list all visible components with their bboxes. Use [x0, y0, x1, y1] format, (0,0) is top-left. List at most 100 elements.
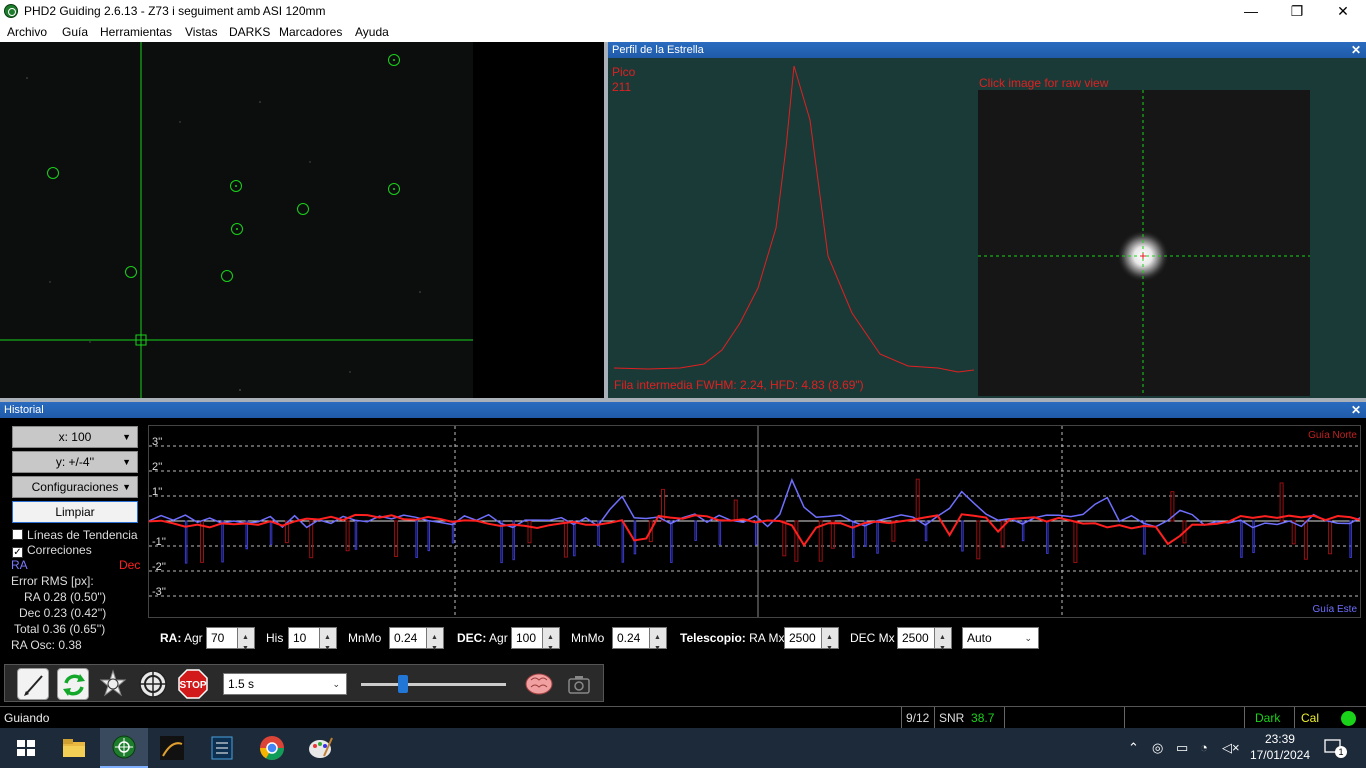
status-bar: Guiando 9/12 SNR 38.7 Dark Cal: [0, 706, 1366, 729]
brain-button[interactable]: [523, 668, 555, 700]
ra-label: RA:: [160, 631, 182, 645]
minimize-button[interactable]: —: [1228, 0, 1274, 22]
sequence-app-icon[interactable]: [208, 734, 236, 762]
tray-network-icon[interactable]: ◔: [1200, 740, 1208, 755]
spin-arrows-icon[interactable]: [426, 627, 444, 659]
chrome-icon[interactable]: [258, 734, 286, 762]
spin-arrows-icon[interactable]: [319, 627, 337, 659]
stop-sign-icon: STOP: [178, 669, 208, 699]
paint-icon[interactable]: [306, 734, 334, 762]
spin-arrows-icon[interactable]: [237, 627, 255, 659]
phd2-taskbar-icon[interactable]: [100, 728, 148, 768]
dec-correction-bar: [563, 520, 568, 558]
checkbox-unchecked-icon: [12, 529, 23, 540]
camera-image[interactable]: [0, 42, 473, 398]
menu-herramientas[interactable]: Herramientas: [100, 25, 172, 39]
dark-indicator: Dark: [1244, 707, 1294, 729]
windows-taskbar: ⌃ ◎ ▭ ◔ ◁× 23:39 17/01/2024 1: [0, 728, 1366, 768]
menu-marcadores[interactable]: Marcadores: [279, 25, 342, 39]
stop-text: STOP: [179, 680, 206, 691]
notification-center-icon[interactable]: 1: [1324, 738, 1347, 758]
spin-arrows-icon[interactable]: [542, 627, 560, 659]
star-profile-panel: Perfil de la Estrella ✕ Pico 211 Click i…: [608, 42, 1366, 398]
windows-start-icon[interactable]: [12, 734, 40, 762]
frame-counter: 9/12: [901, 707, 933, 729]
menu-archivo[interactable]: Archivo: [7, 25, 47, 39]
loop-button[interactable]: [57, 668, 89, 700]
y-scale-dropdown[interactable]: y: +/-4'' ▼: [12, 451, 138, 473]
spin-arrows-icon[interactable]: [934, 627, 952, 659]
dec-correction-bar: [394, 520, 399, 557]
star-raw-view[interactable]: [978, 90, 1310, 396]
tray-volume-icon[interactable]: ◁×: [1222, 740, 1240, 756]
clock-time: 23:39: [1264, 732, 1295, 746]
dec-mode-select[interactable]: Auto ⌄: [962, 627, 1039, 649]
tray-battery-icon[interactable]: ▭: [1176, 740, 1188, 756]
y-scale-label: y: +/-4'': [55, 455, 95, 469]
dec-aggression-input[interactable]: 100: [511, 627, 560, 659]
dec-mnmo-label: MnMo: [571, 631, 605, 645]
clear-button[interactable]: Limpiar: [12, 501, 138, 523]
auto-select-star-button[interactable]: [97, 668, 129, 700]
profile-close-icon[interactable]: ✕: [1349, 42, 1363, 58]
file-explorer-icon[interactable]: [60, 734, 88, 762]
menu-guia[interactable]: Guía: [62, 25, 88, 39]
dec-minmove-input[interactable]: 0.24: [612, 627, 667, 659]
tray-chevron-up-icon[interactable]: ⌃: [1128, 740, 1139, 756]
gamma-slider[interactable]: [361, 683, 506, 686]
ra-correction-bar: [670, 520, 673, 563]
status-cell-empty2: [1124, 707, 1244, 729]
dec-correction-bar: [1291, 520, 1296, 545]
gamma-slider-thumb[interactable]: [398, 675, 408, 693]
rms-dec: Dec 0.23 (0.42''): [19, 606, 107, 620]
menu-ayuda[interactable]: Ayuda: [355, 25, 389, 39]
tray-meet-icon[interactable]: ◎: [1152, 740, 1163, 756]
settings-dropdown[interactable]: Configuraciones ▼: [12, 476, 138, 498]
ra-correction-bar: [755, 520, 758, 546]
profile-curve: [613, 65, 975, 373]
chevron-down-icon: ⌄: [1024, 633, 1032, 643]
trend-lines-checkbox[interactable]: Líneas de Tendencia: [12, 528, 138, 542]
ra-correction-bar: [1349, 520, 1352, 558]
exposure-select[interactable]: 1.5 s ⌄: [223, 673, 347, 695]
ra-history-input[interactable]: 10: [288, 627, 337, 659]
x-scale-dropdown[interactable]: x: 100 ▼: [12, 426, 138, 448]
corrections-checkbox[interactable]: ✓ Correciones: [12, 543, 92, 558]
maximize-button[interactable]: ❐: [1274, 0, 1320, 22]
guide-east-label: Guía Este: [1313, 604, 1358, 615]
rms-ra: RA 0.28 (0.50''): [24, 590, 106, 604]
spin-arrows-icon[interactable]: [649, 627, 667, 659]
history-close-icon[interactable]: ✕: [1349, 402, 1363, 418]
rms-total: Total 0.36 (0.65''): [14, 622, 106, 636]
ra-agr-label: Agr: [184, 631, 203, 645]
camera-settings-button[interactable]: [563, 668, 595, 700]
ra-max-duration-input[interactable]: 2500: [784, 627, 839, 659]
dec-mnmo-value: 0.24: [617, 631, 641, 645]
guide-graph[interactable]: 3'' 2'' 1'' -1'' -2'' -3'' Guía Norte Gu…: [148, 425, 1361, 618]
stop-button[interactable]: STOP: [177, 668, 209, 700]
dec-label: DEC:: [457, 631, 487, 645]
menu-vistas[interactable]: Vistas: [185, 25, 217, 39]
settings-label: Configuraciones: [31, 480, 119, 494]
dec-correction-bar: [782, 520, 787, 557]
spin-arrows-icon[interactable]: [821, 627, 839, 659]
taskbar-clock[interactable]: 23:39 17/01/2024: [1250, 731, 1310, 763]
clock-date: 17/01/2024: [1249, 748, 1310, 762]
ra-aggression-input[interactable]: 70: [206, 627, 255, 659]
dec-correction-bar: [1328, 520, 1333, 555]
dec-correction-bar: [200, 520, 204, 563]
trend-lines-label: Líneas de Tendencia: [27, 528, 138, 542]
connect-gear-button[interactable]: [17, 668, 49, 700]
menu-bar: Archivo Guía Herramientas Vistas DARKS M…: [0, 22, 1366, 42]
chevron-down-icon: ⌄: [332, 679, 340, 689]
ra-minmove-input[interactable]: 0.24: [389, 627, 444, 659]
menu-darks[interactable]: DARKS: [229, 25, 270, 39]
close-button[interactable]: ✕: [1320, 0, 1366, 22]
ra-correction-bar: [961, 520, 964, 552]
star-zoom-image: [978, 90, 1310, 396]
loop-arrows-icon: [63, 674, 85, 696]
guide-button[interactable]: [137, 668, 169, 700]
chevron-down-icon: ▼: [122, 457, 131, 467]
astro-app-icon[interactable]: [158, 734, 186, 762]
dec-max-duration-input[interactable]: 2500: [897, 627, 952, 659]
